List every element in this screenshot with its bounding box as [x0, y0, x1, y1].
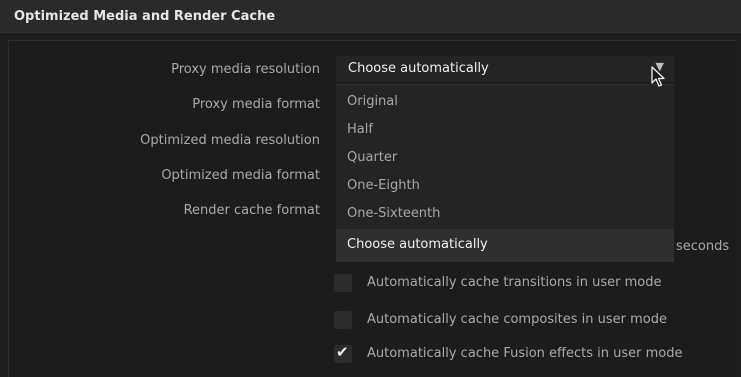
proxy-media-resolution-select[interactable]: Choose automatically ▼: [336, 56, 674, 82]
dropdown-option-half[interactable]: Half: [347, 122, 373, 137]
proxy-resolution-dropdown-menu: Original Half Quarter One-Eighth One-Six…: [336, 84, 674, 262]
panel-title: Optimized Media and Render Cache: [14, 9, 276, 24]
mouse-pointer-icon: [651, 66, 665, 87]
cache-transitions-checkbox[interactable]: [334, 274, 352, 292]
optimized-media-render-cache-panel: Optimized Media and Render Cache Proxy m…: [0, 0, 741, 377]
panel-header: Optimized Media and Render Cache: [0, 0, 741, 35]
dropdown-option-original[interactable]: Original: [347, 94, 398, 109]
cache-fusion-effects-checkbox[interactable]: ✔: [334, 343, 352, 363]
proxy-media-format-label: Proxy media format: [192, 97, 320, 112]
optimized-media-format-label: Optimized media format: [161, 168, 320, 183]
proxy-media-resolution-label: Proxy media resolution: [171, 62, 320, 77]
checkmark-icon: ✔: [336, 343, 349, 361]
cache-composites-label: Automatically cache composites in user m…: [367, 312, 668, 327]
cache-fusion-effects-label: Automatically cache Fusion effects in us…: [367, 346, 683, 361]
dropdown-option-one-eighth[interactable]: One-Eighth: [347, 178, 420, 193]
select-current-value: Choose automatically: [348, 61, 489, 76]
dropdown-option-label: Choose automatically: [347, 237, 488, 252]
dropdown-option-one-sixteenth[interactable]: One-Sixteenth: [347, 206, 440, 221]
dropdown-option-choose-automatically[interactable]: Choose automatically: [336, 229, 674, 262]
dropdown-option-quarter[interactable]: Quarter: [347, 150, 397, 165]
cache-composites-checkbox[interactable]: [334, 311, 352, 329]
optimized-media-resolution-label: Optimized media resolution: [140, 133, 320, 148]
cache-transitions-label: Automatically cache transitions in user …: [367, 275, 662, 290]
seconds-unit-label: seconds: [676, 239, 730, 254]
render-cache-format-label: Render cache format: [183, 203, 320, 218]
